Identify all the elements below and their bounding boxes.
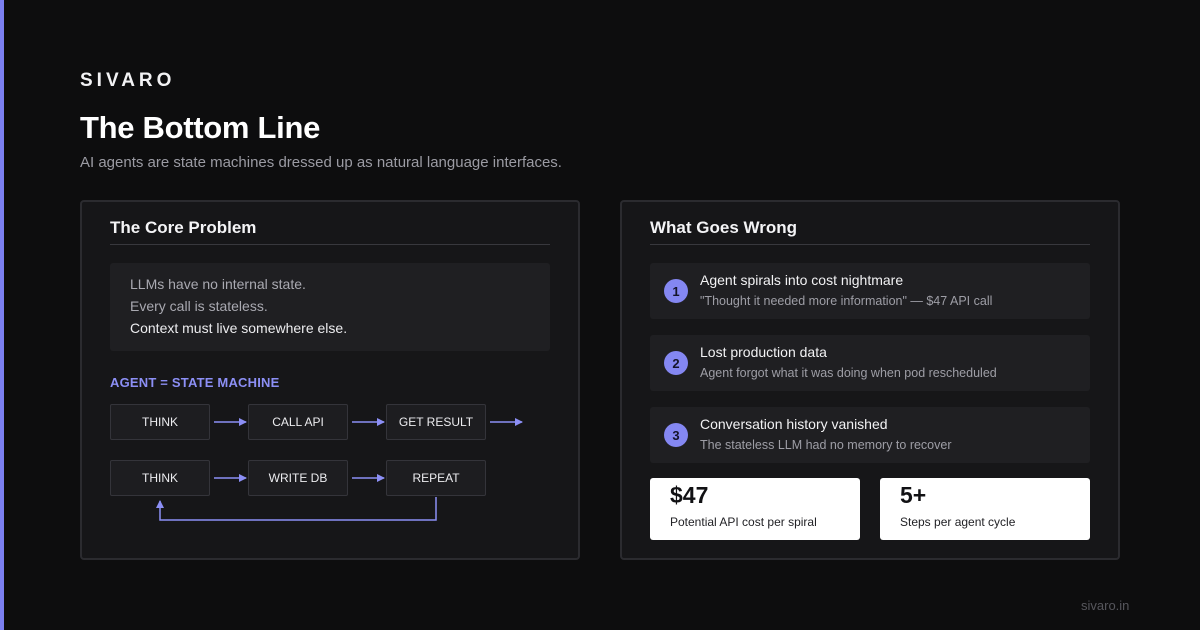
- page-subtitle: AI agents are state machines dressed up …: [80, 154, 562, 171]
- flow-step-think: THINK: [110, 460, 210, 496]
- flow-step-call-api: CALL API: [248, 404, 348, 440]
- flow-step-write-db: WRITE DB: [248, 460, 348, 496]
- issue-description: "Thought it needed more information" — $…: [700, 294, 993, 308]
- issue-item: 3 Conversation history vanished The stat…: [650, 407, 1090, 463]
- what-goes-wrong-card: What Goes Wrong 1 Agent spirals into cos…: [620, 200, 1120, 560]
- issue-item: 2 Lost production data Agent forgot what…: [650, 335, 1090, 391]
- issue-description: The stateless LLM had no memory to recov…: [700, 438, 952, 452]
- page-title: The Bottom Line: [80, 110, 321, 145]
- flow-arrows: [156, 418, 523, 521]
- core-problem-card: The Core Problem LLMs have no internal s…: [80, 200, 580, 560]
- footer-url: sivaro.in: [1081, 598, 1130, 613]
- flow-step-repeat: REPEAT: [386, 460, 486, 496]
- divider: [650, 244, 1090, 245]
- stat-card-cost: $47 Potential API cost per spiral: [650, 478, 860, 540]
- issue-title: Conversation history vanished: [700, 416, 888, 432]
- number-badge: 2: [664, 351, 688, 375]
- accent-bar: [0, 0, 4, 630]
- flow-step-get-result: GET RESULT: [386, 404, 486, 440]
- flow-step-think: THINK: [110, 404, 210, 440]
- stat-value: 5+: [900, 482, 927, 508]
- number-badge: 3: [664, 423, 688, 447]
- stat-card-steps: 5+ Steps per agent cycle: [880, 478, 1090, 540]
- number-badge: 1: [664, 279, 688, 303]
- brand-logo: SIVARO: [80, 70, 176, 91]
- issue-item: 1 Agent spirals into cost nightmare "Tho…: [650, 263, 1090, 319]
- stat-value: $47: [670, 482, 709, 508]
- loop-back-arrow-icon: [156, 497, 437, 521]
- stat-label: Steps per agent cycle: [900, 515, 1016, 529]
- what-goes-wrong-title: What Goes Wrong: [650, 218, 798, 237]
- issue-description: Agent forgot what it was doing when pod …: [700, 366, 997, 380]
- issue-title: Lost production data: [700, 344, 827, 360]
- stat-label: Potential API cost per spiral: [670, 515, 817, 529]
- issue-title: Agent spirals into cost nightmare: [700, 272, 904, 288]
